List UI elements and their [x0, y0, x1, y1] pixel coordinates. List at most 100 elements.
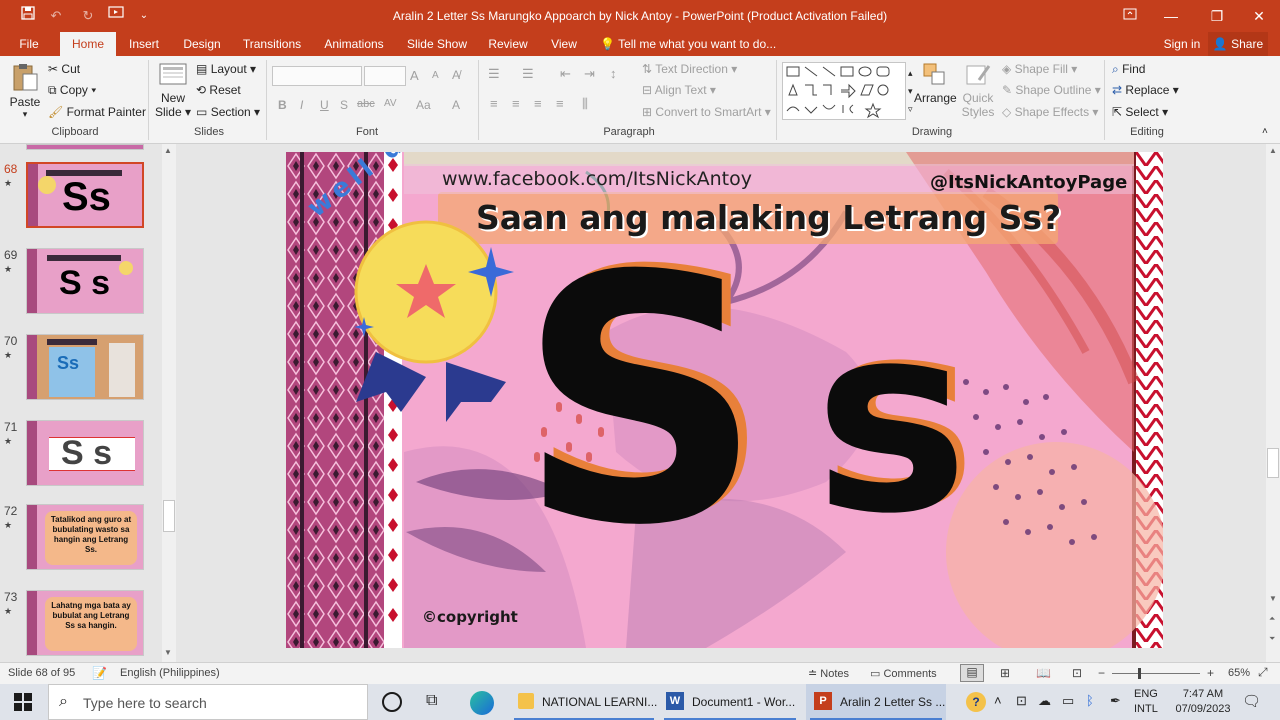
- justify-icon[interactable]: ≡: [556, 96, 564, 111]
- underline-button[interactable]: U: [320, 98, 329, 112]
- shadow-button[interactable]: S: [340, 98, 348, 112]
- bluetooth-icon[interactable]: ᛒ: [1086, 693, 1094, 708]
- italic-button[interactable]: I: [300, 98, 303, 112]
- align-right-icon[interactable]: ≡: [534, 96, 542, 111]
- scroll-thumb[interactable]: [163, 500, 175, 532]
- editor-scrollbar[interactable]: ▲ ▼ ⏶ ⏷: [1266, 144, 1280, 662]
- copy-button[interactable]: ⧉ Copy ▾: [48, 81, 96, 99]
- align-center-icon[interactable]: ≡: [512, 96, 520, 111]
- shapes-scroll-icon[interactable]: ▴ ▾ ▿: [908, 64, 913, 118]
- tab-slide-show[interactable]: Slide Show: [402, 32, 472, 56]
- decrease-indent-icon[interactable]: ⇤: [560, 66, 571, 82]
- comments-button[interactable]: ▭ Comments: [870, 667, 937, 680]
- scroll-up-icon[interactable]: ▲: [1269, 146, 1277, 155]
- bold-button[interactable]: B: [278, 98, 287, 112]
- cortana-icon[interactable]: [382, 692, 402, 712]
- thumbnail-slide-70[interactable]: Ss: [26, 334, 144, 400]
- ribbon-display-icon[interactable]: [1120, 6, 1140, 26]
- find-button[interactable]: ⌕ Find: [1112, 60, 1145, 78]
- reset-button[interactable]: ⟲ Reset: [196, 81, 241, 99]
- font-size-box[interactable]: [364, 66, 406, 86]
- sign-in-link[interactable]: Sign in: [1156, 32, 1208, 56]
- bullets-icon[interactable]: ☰: [488, 66, 500, 82]
- align-text-button[interactable]: ⊟ Align Text ▾: [642, 81, 716, 99]
- new-slide-button[interactable]: New Slide ▾: [154, 62, 192, 119]
- arrange-button[interactable]: Arrange: [914, 62, 957, 105]
- redo-icon[interactable]: ↻: [78, 6, 98, 26]
- windows-start-icon[interactable]: [14, 693, 32, 714]
- scroll-down-icon[interactable]: ▼: [1269, 594, 1277, 603]
- close-icon[interactable]: ✕: [1236, 0, 1280, 32]
- undo-icon[interactable]: ↶: [46, 6, 66, 26]
- shapes-gallery[interactable]: [782, 62, 906, 120]
- scroll-down-icon[interactable]: ▼: [164, 648, 172, 657]
- replace-button[interactable]: ⇄ Replace ▾: [1112, 81, 1179, 99]
- save-icon[interactable]: [18, 6, 38, 26]
- shape-fill-button[interactable]: ◈ Shape Fill ▾: [1002, 60, 1077, 78]
- taskbar-app-powerpoint[interactable]: P Aralin 2 Letter Ss ...: [806, 684, 946, 720]
- thumbnail-slide-72[interactable]: Tatalikod ang guro at bubulating wasto s…: [26, 504, 144, 570]
- collapse-ribbon-icon[interactable]: ˄: [1262, 126, 1268, 137]
- minimize-icon[interactable]: —: [1148, 0, 1194, 32]
- thumb-partial[interactable]: [26, 144, 144, 150]
- normal-view-icon[interactable]: ▤: [960, 664, 984, 682]
- font-name-box[interactable]: [272, 66, 362, 86]
- zoom-in-icon[interactable]: +: [1207, 666, 1214, 680]
- maximize-icon[interactable]: ❐: [1194, 0, 1240, 32]
- language-indicator[interactable]: English (Philippines): [120, 667, 220, 679]
- shape-outline-button[interactable]: ✎ Shape Outline ▾: [1002, 81, 1101, 99]
- line-spacing-icon[interactable]: ↕: [610, 66, 617, 81]
- char-spacing-button[interactable]: AV: [384, 98, 397, 109]
- taskbar-app-explorer[interactable]: NATIONAL LEARNI...: [510, 684, 658, 720]
- grow-font-button[interactable]: A: [410, 68, 419, 83]
- tell-me-box[interactable]: 💡 Tell me what you want to do...: [600, 32, 780, 56]
- language-switch[interactable]: ENG INTL: [1134, 687, 1158, 717]
- section-button[interactable]: ▭ Section ▾: [196, 103, 260, 121]
- columns-icon[interactable]: ⫼: [582, 96, 588, 112]
- network-icon[interactable]: ⊡: [1016, 693, 1027, 709]
- taskbar-app-word[interactable]: W Document1 - Wor...: [660, 684, 800, 720]
- start-from-beginning-icon[interactable]: [106, 6, 126, 26]
- thumbnail-slide-69[interactable]: S s: [26, 248, 144, 314]
- taskbar-search-box[interactable]: ⌕ Type here to search: [48, 684, 368, 720]
- tab-review[interactable]: Review: [484, 32, 532, 56]
- text-direction-button[interactable]: ⇅ Text Direction ▾: [642, 60, 737, 78]
- next-slide-icon[interactable]: ⏷: [1269, 634, 1275, 644]
- select-button[interactable]: ⇱ Select ▾: [1112, 103, 1168, 121]
- battery-icon[interactable]: ▭: [1062, 693, 1074, 709]
- help-icon[interactable]: ?: [966, 692, 986, 712]
- cut-button[interactable]: ✂ Cut: [48, 60, 80, 78]
- taskbar-clock[interactable]: 7:47 AM 07/09/2023: [1172, 687, 1234, 717]
- tab-animations[interactable]: Animations: [318, 32, 390, 56]
- fit-to-window-icon[interactable]: ⤢: [1258, 665, 1268, 680]
- thumbnail-scrollbar[interactable]: ▲ ▼: [162, 144, 176, 662]
- scroll-up-icon[interactable]: ▲: [164, 146, 172, 155]
- tab-file[interactable]: File: [10, 32, 48, 56]
- notifications-icon[interactable]: 🗨: [1242, 692, 1261, 710]
- numbering-icon[interactable]: ☰: [522, 66, 534, 82]
- customize-toolbar-icon[interactable]: ⌄: [134, 6, 154, 26]
- tab-design[interactable]: Design: [178, 32, 226, 56]
- tab-home[interactable]: Home: [60, 32, 116, 56]
- thumbnail-slide-68[interactable]: Ss: [26, 162, 144, 228]
- reading-view-icon[interactable]: 📖: [1036, 666, 1051, 680]
- clear-format-icon[interactable]: A̸: [452, 68, 460, 82]
- shape-effects-button[interactable]: ◇ Shape Effects ▾: [1002, 103, 1098, 121]
- paste-dropdown-icon[interactable]: ▾: [8, 109, 42, 120]
- zoom-slider-thumb[interactable]: [1138, 668, 1141, 679]
- tab-insert[interactable]: Insert: [122, 32, 166, 56]
- show-hidden-icons-icon[interactable]: ˄: [994, 693, 1002, 708]
- increase-indent-icon[interactable]: ⇥: [584, 66, 595, 82]
- format-painter-button[interactable]: 🖌 Format Painter: [48, 103, 146, 121]
- quick-styles-button[interactable]: Quick Styles: [958, 62, 998, 119]
- thumbnail-slide-71[interactable]: S s: [26, 420, 144, 486]
- zoom-level[interactable]: 65%: [1228, 667, 1250, 679]
- convert-smartart-button[interactable]: ⊞ Convert to SmartArt ▾: [642, 103, 771, 121]
- task-view-icon[interactable]: ⧉: [426, 692, 437, 710]
- shrink-font-button[interactable]: A: [432, 70, 439, 81]
- edge-browser-icon[interactable]: [470, 691, 494, 715]
- slide-sorter-icon[interactable]: ⊞: [1000, 666, 1010, 680]
- previous-slide-icon[interactable]: ⏶: [1269, 614, 1275, 624]
- font-color-button[interactable]: A: [452, 98, 460, 112]
- pen-icon[interactable]: ✒: [1110, 693, 1121, 709]
